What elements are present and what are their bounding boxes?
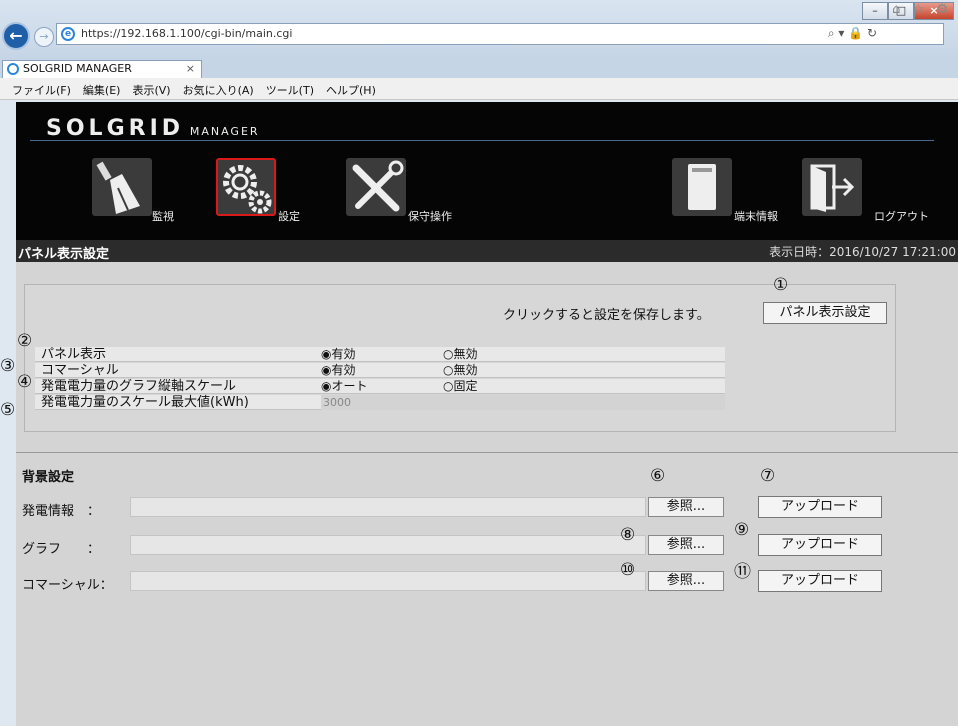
radio-commercial-enabled[interactable]: ◉有効 [321, 363, 355, 378]
forward-button[interactable]: → [34, 27, 54, 47]
nav-monitor-label: 監視 [152, 210, 174, 223]
callout-10: ⑩ [620, 560, 636, 580]
radio-panel-display-disabled[interactable]: ○無効 [443, 347, 477, 362]
menu-help[interactable]: ヘルプ(H) [320, 78, 382, 99]
nav-settings[interactable]: 設定 [216, 158, 316, 224]
callout-4: ④ [17, 372, 33, 392]
callout-1: ① [773, 275, 789, 295]
row-scale-max: 発電電力量のスケール最大値(kWh) 3000 [35, 395, 725, 410]
upload-button-graph[interactable]: アップロード [758, 534, 882, 556]
tools-icon [346, 158, 406, 216]
upload-button-power-info[interactable]: アップロード [758, 496, 882, 518]
device-icon [672, 158, 732, 216]
app-header: SOLGRID MANAGER 監視 設定 保守操作 端末情報 ログアウト [16, 102, 958, 240]
background-settings-title: 背景設定 [22, 470, 75, 485]
menu-file[interactable]: ファイル(F) [6, 78, 77, 99]
radio-commercial-disabled[interactable]: ○無効 [443, 363, 477, 378]
radio-scale-fixed[interactable]: ○固定 [443, 379, 477, 394]
row-label: パネル表示 [41, 347, 107, 362]
file-field-graph[interactable] [130, 535, 646, 555]
broom-icon [92, 158, 152, 216]
menu-bar: ファイル(F) 編集(E) 表示(V) お気に入り(A) ツール(T) ヘルプ(… [0, 78, 958, 100]
menu-favorites[interactable]: お気に入り(A) [177, 78, 260, 99]
nav-maintenance-label: 保守操作 [408, 210, 452, 223]
tab-title: SOLGRID MANAGER [23, 62, 132, 75]
display-datetime: 表示日時：2016/10/27 17:21:00 [769, 245, 956, 259]
menu-tools[interactable]: ツール(T) [260, 78, 320, 99]
radio-scale-auto[interactable]: ◉オート [321, 379, 367, 394]
page-title: パネル表示設定 [18, 247, 110, 262]
solgrid-logo: SOLGRID MANAGER [46, 116, 260, 141]
row-label: 発電電力量のグラフ縦軸スケール [41, 379, 237, 394]
ie-logo-icon: e [61, 27, 75, 41]
callout-7: ⑦ [760, 466, 776, 486]
tab-row: SOLGRID MANAGER × [0, 58, 958, 78]
logout-icon [802, 158, 862, 216]
minimize-button[interactable]: – [862, 2, 888, 20]
browse-button-commercial[interactable]: 参照... [648, 571, 724, 591]
callout-5: ⑤ [0, 400, 16, 420]
browse-button-power-info[interactable]: 参照... [648, 497, 724, 517]
tab-close-icon[interactable]: × [186, 61, 195, 77]
browser-chrome: – □ × ← → e https://192.168.1.100/cgi-bi… [0, 0, 958, 58]
callout-3: ③ [0, 356, 16, 376]
browser-tab[interactable]: SOLGRID MANAGER × [2, 60, 202, 78]
browse-button-graph[interactable]: 参照... [648, 535, 724, 555]
callout-11: ⑪ [734, 562, 751, 582]
radio-panel-display-enabled[interactable]: ◉有効 [321, 347, 355, 362]
address-tools[interactable]: ⌕ ▾ 🔒 ↻ [828, 26, 877, 41]
menu-edit[interactable]: 編集(E) [77, 78, 127, 99]
gears-icon [216, 158, 276, 216]
row-label: コマーシャル [41, 363, 119, 378]
nav-maintenance[interactable]: 保守操作 [346, 158, 476, 224]
address-bar[interactable]: e https://192.168.1.100/cgi-bin/main.cgi… [56, 23, 944, 45]
upload-button-commercial[interactable]: アップロード [758, 570, 882, 592]
menu-view[interactable]: 表示(V) [126, 78, 176, 99]
section-separator [16, 452, 958, 453]
browser-tools[interactable]: ⌂ ☆ ⚙ [892, 2, 952, 17]
nav-settings-label: 設定 [278, 210, 300, 223]
row-panel-display: パネル表示 ◉有効 ○無効 [35, 347, 725, 362]
nav-device-info[interactable]: 端末情報 [672, 158, 792, 224]
nav-device-label: 端末情報 [734, 210, 778, 223]
page-title-bar: パネル表示設定 表示日時：2016/10/27 17:21:00 [16, 240, 958, 262]
ie-tab-icon [7, 63, 19, 75]
nav-monitor[interactable]: 監視 [92, 158, 202, 224]
back-button[interactable]: ← [2, 22, 30, 50]
logo-main: SOLGRID [46, 116, 185, 141]
callout-8: ⑧ [620, 525, 636, 545]
scale-max-input[interactable]: 3000 [321, 395, 725, 410]
bg-label-commercial: コマーシャル： [22, 578, 113, 593]
save-hint-text: クリックすると設定を保存します。 [503, 308, 710, 323]
nav-logout[interactable]: ログアウト [802, 158, 942, 224]
callout-6: ⑥ [650, 466, 666, 486]
callout-2: ② [17, 331, 33, 351]
bg-label-power-info: 発電情報 ： [22, 504, 101, 519]
row-graph-scale: 発電電力量のグラフ縦軸スケール ◉オート ○固定 [35, 379, 725, 394]
bg-label-graph: グラフ ： [22, 542, 101, 557]
row-commercial: コマーシャル ◉有効 ○無効 [35, 363, 725, 378]
callout-9: ⑨ [734, 520, 750, 540]
logo-sub: MANAGER [189, 125, 260, 138]
file-field-power-info[interactable] [130, 497, 646, 517]
nav-logout-label: ログアウト [874, 210, 929, 223]
url-text[interactable]: https://192.168.1.100/cgi-bin/main.cgi [81, 27, 292, 40]
file-field-commercial[interactable] [130, 571, 646, 591]
panel-display-settings: クリックすると設定を保存します。 パネル表示設定 パネル表示 ◉有効 ○無効 コ… [17, 275, 896, 432]
row-label: 発電電力量のスケール最大値(kWh) [41, 395, 249, 410]
app-area: SOLGRID MANAGER 監視 設定 保守操作 端末情報 ログアウト パネ… [16, 102, 958, 726]
panel-save-button[interactable]: パネル表示設定 [763, 302, 887, 324]
header-divider [30, 140, 934, 141]
